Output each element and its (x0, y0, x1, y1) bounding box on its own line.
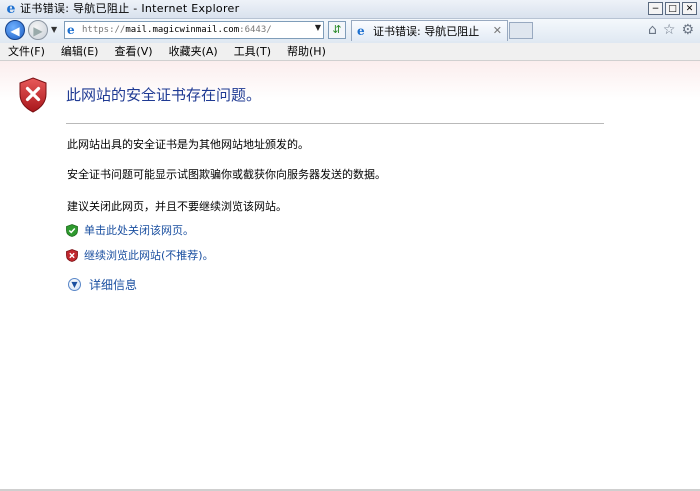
favorites-icon[interactable]: ☆ (663, 22, 676, 38)
home-icon[interactable]: ⌂ (648, 22, 657, 38)
tools-icon[interactable]: ⚙ (681, 22, 694, 38)
address-text[interactable]: https://mail.magicwinmail.com:6443/ (82, 24, 272, 36)
tab-title: 证书错误: 导航已阻止 (373, 25, 480, 38)
menu-bar: 文件(F) 编辑(E) 查看(V) 收藏夹(A) 工具(T) 帮助(H) (0, 43, 700, 61)
page-title: 此网站的安全证书存在问题。 (66, 86, 262, 104)
more-info-row[interactable]: ▼ 详细信息 (68, 276, 137, 293)
warning-text-1: 此网站出具的安全证书是为其他网站地址颁发的。 (67, 138, 309, 151)
menu-favorites[interactable]: 收藏夹(A) (161, 43, 226, 60)
close-page-row: 单击此处关闭该网页。 (66, 222, 194, 238)
page-content: 此网站的安全证书存在问题。 此网站出具的安全证书是为其他网站地址颁发的。 安全证… (0, 61, 700, 491)
green-shield-icon (66, 223, 78, 237)
continue-row: 继续浏览此网站(不推荐)。 (66, 247, 214, 263)
error-shield-icon (19, 77, 47, 113)
warning-text-2: 安全证书问题可能显示试图欺骗你或截获你向服务器发送的数据。 (67, 168, 386, 181)
close-page-link[interactable]: 单击此处关闭该网页。 (84, 222, 194, 238)
divider (66, 123, 604, 124)
menu-file[interactable]: 文件(F) (0, 43, 53, 60)
new-tab-button[interactable] (509, 22, 533, 39)
continue-link[interactable]: 继续浏览此网站(不推荐)。 (84, 247, 214, 263)
maximize-icon[interactable]: □ (665, 2, 680, 15)
tab-page-icon: e (357, 24, 365, 38)
back-icon[interactable]: ◀ (5, 20, 25, 40)
menu-help[interactable]: 帮助(H) (279, 43, 334, 60)
chevron-down-icon[interactable]: ▼ (68, 278, 81, 291)
window-controls: − □ ✕ (648, 2, 697, 15)
navigation-bar: ◀ ▶ ▼ e https://mail.magicwinmail.com:64… (0, 19, 700, 43)
address-bar[interactable]: e https://mail.magicwinmail.com:6443/ ▼ (64, 21, 324, 39)
tool-icons: ⌂ ☆ ⚙ (648, 22, 694, 38)
title-bar: e 证书错误: 导航已阻止 - Internet Explorer − □ ✕ (0, 0, 700, 19)
ie-logo-icon: e (6, 1, 16, 17)
red-shield-icon (66, 248, 78, 262)
minimize-icon[interactable]: − (648, 2, 663, 15)
tab-close-icon[interactable]: ✕ (493, 24, 502, 37)
tab-certificate-error[interactable]: e 证书错误: 导航已阻止 ✕ (351, 20, 508, 41)
close-icon[interactable]: ✕ (682, 2, 697, 15)
address-dropdown-icon[interactable]: ▼ (315, 23, 321, 32)
window-title: 证书错误: 导航已阻止 - Internet Explorer (20, 2, 240, 15)
menu-edit[interactable]: 编辑(E) (53, 43, 107, 60)
more-info-link[interactable]: 详细信息 (89, 276, 137, 293)
menu-tools[interactable]: 工具(T) (226, 43, 279, 60)
page-icon: e (67, 23, 75, 37)
refresh-icon[interactable]: ⇵ (328, 21, 346, 39)
recommendation-text: 建议关闭此网页，并且不要继续浏览该网站。 (67, 200, 287, 213)
menu-view[interactable]: 查看(V) (106, 43, 160, 60)
history-dropdown-icon[interactable]: ▼ (51, 25, 57, 34)
forward-icon[interactable]: ▶ (28, 20, 48, 40)
